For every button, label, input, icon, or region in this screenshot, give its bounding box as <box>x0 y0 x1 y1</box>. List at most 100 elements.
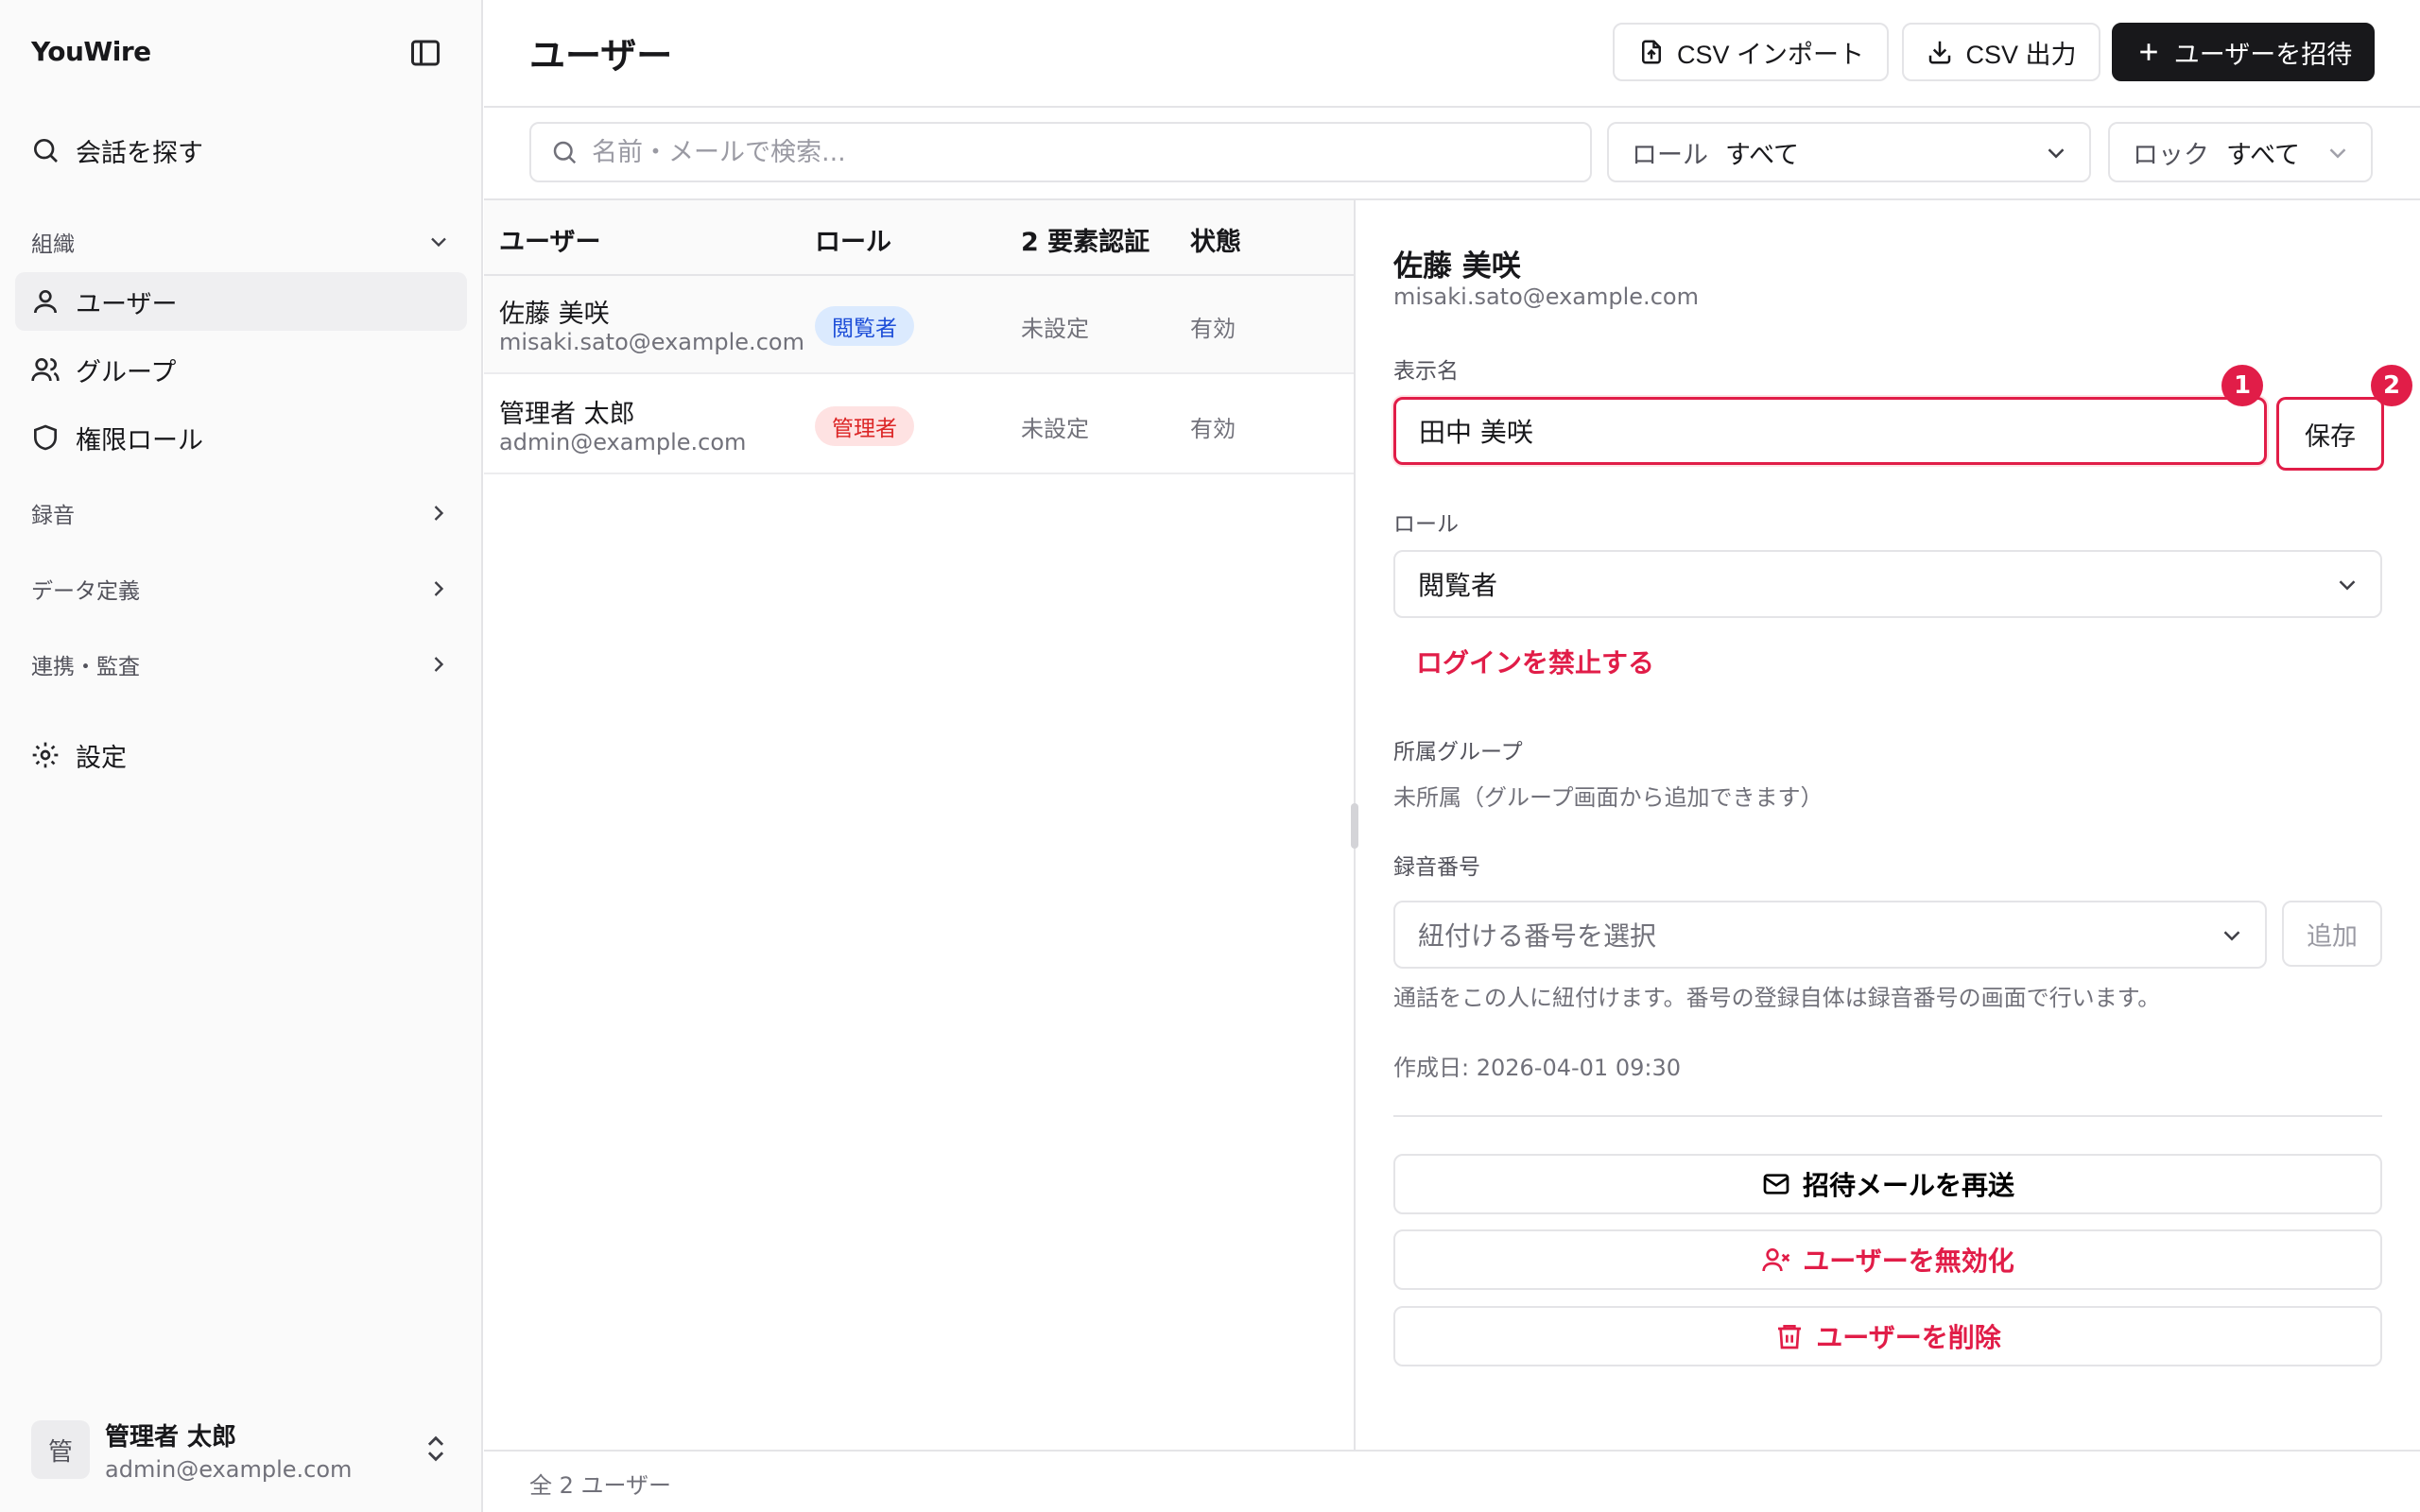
resize-handle[interactable] <box>1351 803 1358 849</box>
user-x-icon <box>1761 1245 1791 1275</box>
role-select-value: 閲覧者 <box>1418 570 1498 601</box>
csv-export-label: CSV 出力 <box>1965 40 2077 69</box>
csv-import-button[interactable]: CSV インポート <box>1613 23 1889 81</box>
ban-login-link[interactable]: ログインを禁止する <box>1416 643 1654 680</box>
table-row[interactable]: 佐藤 美咲 misaki.sato@example.com 閲覧者 未設定 有効 <box>484 276 1354 374</box>
save-button[interactable]: 保存 <box>2276 397 2384 471</box>
row-2fa-status: 未設定 <box>1021 316 1089 342</box>
row-user-name: 管理者 太郎 <box>499 400 635 429</box>
sidebar-item-search-conversations[interactable]: 会話を探す <box>15 121 467 180</box>
sidebar-group-label: 組織 <box>31 232 75 257</box>
invite-user-label: ユーザーを招待 <box>2173 40 2353 69</box>
search-input[interactable] <box>592 137 1537 167</box>
mail-icon <box>1761 1169 1791 1199</box>
search-field[interactable] <box>529 122 1592 182</box>
chevron-down-icon <box>425 229 452 255</box>
account-name: 管理者 太郎 <box>105 1422 237 1452</box>
download-icon <box>1926 38 1954 66</box>
detail-divider <box>1393 1115 2382 1117</box>
row-2fa-status: 未設定 <box>1021 416 1089 442</box>
lock-filter-label: ロック <box>2133 140 2209 170</box>
users-icon <box>30 354 60 385</box>
row-user-name: 佐藤 美咲 <box>499 300 610 329</box>
table-row[interactable]: 管理者 太郎 admin@example.com 管理者 未設定 有効 <box>484 376 1354 474</box>
role-select[interactable]: 閲覧者 <box>1393 550 2382 618</box>
account-menu[interactable]: 管 管理者 太郎 admin@example.com <box>31 1416 452 1484</box>
gear-icon <box>30 740 60 770</box>
chevron-right-icon <box>425 576 452 602</box>
annotation-marker: 2 <box>2371 365 2412 406</box>
resend-invite-button[interactable]: 招待メールを再送 <box>1393 1154 2382 1214</box>
chevron-down-icon <box>2324 139 2352 167</box>
sidebar-item-settings[interactable]: 設定 <box>15 726 467 784</box>
phone-help-text: 通話をこの人に紐付けます。番号の登録自体は録音番号の画面で行います。 <box>1393 985 2161 1011</box>
csv-export-button[interactable]: CSV 出力 <box>1902 23 2100 81</box>
display-name-label: 表示名 <box>1393 359 1459 384</box>
role-badge: 閲覧者 <box>815 306 914 346</box>
user-icon <box>30 286 60 317</box>
column-header-status: 状態 <box>1190 228 1241 257</box>
row-user-email: admin@example.com <box>499 429 747 455</box>
row-status: 有効 <box>1190 416 1236 442</box>
sidebar-group-label: データ定義 <box>31 579 140 604</box>
groups-value: 未所属（グループ画面から追加できます） <box>1393 784 1824 811</box>
phone-number-select[interactable]: 紐付ける番号を選択 <box>1393 901 2267 969</box>
sidebar: YouWire 会話を探す 組織 ユーザー グループ 権限ロール 録音 データ定… <box>0 0 483 1512</box>
row-status: 有効 <box>1190 316 1236 342</box>
chevron-down-icon <box>2333 571 2361 599</box>
disable-user-button[interactable]: ユーザーを無効化 <box>1393 1229 2382 1290</box>
role-filter-select[interactable]: ロール すべて <box>1607 122 2091 182</box>
delete-user-button[interactable]: ユーザーを削除 <box>1393 1306 2382 1366</box>
sidebar-item-label: 設定 <box>76 743 127 773</box>
search-icon <box>550 138 579 166</box>
trash-icon <box>1774 1321 1805 1351</box>
display-name-input[interactable] <box>1419 415 2232 447</box>
account-email: admin@example.com <box>105 1455 353 1483</box>
lock-filter-value: すべて <box>2226 140 2301 170</box>
invite-user-button[interactable]: ユーザーを招待 <box>2112 23 2375 81</box>
chevron-down-icon <box>2218 921 2246 950</box>
role-label: ロール <box>1393 512 1459 537</box>
plus-icon <box>2135 38 2163 66</box>
table-header: ユーザー ロール 2 要素認証 状態 <box>484 200 1354 276</box>
column-header-user: ユーザー <box>499 228 601 257</box>
role-filter-label: ロール <box>1632 140 1708 170</box>
chevrons-up-down-icon <box>420 1433 452 1465</box>
footer-divider <box>484 1450 2420 1452</box>
annotation-marker: 1 <box>2221 365 2263 406</box>
sidebar-group-label: 録音 <box>31 504 75 528</box>
search-icon <box>30 135 60 165</box>
display-name-field[interactable] <box>1393 397 2267 465</box>
add-phone-button[interactable]: 追加 <box>2282 901 2382 967</box>
avatar: 管 <box>31 1420 90 1479</box>
chevron-right-icon <box>425 651 452 678</box>
page-title: ユーザー <box>529 35 673 77</box>
sidebar-group-data-definition[interactable]: データ定義 <box>31 570 452 608</box>
sidebar-item-label: 権限ロール <box>76 425 203 455</box>
sidebar-item-label: ユーザー <box>76 289 178 319</box>
sidebar-item-users[interactable]: ユーザー <box>15 272 467 331</box>
sidebar-group-integration-audit[interactable]: 連携・監査 <box>31 645 452 683</box>
created-date: 作成日: 2026-04-01 09:30 <box>1393 1055 1681 1081</box>
lock-filter-select[interactable]: ロック すべて <box>2108 122 2373 182</box>
brand-logo: YouWire <box>31 36 151 67</box>
role-badge: 管理者 <box>815 406 914 446</box>
sidebar-group-recording[interactable]: 録音 <box>31 494 452 532</box>
sidebar-toggle-icon[interactable] <box>408 36 442 70</box>
file-upload-icon <box>1637 38 1666 66</box>
resend-invite-label: 招待メールを再送 <box>1802 1171 2014 1200</box>
detail-user-name: 佐藤 美咲 <box>1393 249 1521 284</box>
sidebar-item-label: グループ <box>76 357 177 387</box>
sidebar-item-permission-roles[interactable]: 権限ロール <box>15 408 467 467</box>
groups-label: 所属グループ <box>1393 740 1523 765</box>
sidebar-item-groups[interactable]: グループ <box>15 340 467 399</box>
phone-number-placeholder: 紐付ける番号を選択 <box>1418 920 1657 952</box>
column-header-2fa: 2 要素認証 <box>1021 228 1150 257</box>
user-count: 全 2 ユーザー <box>529 1472 672 1499</box>
column-header-role: ロール <box>815 228 891 257</box>
sidebar-group-organization[interactable]: 組織 <box>31 223 452 261</box>
sidebar-group-label: 連携・監査 <box>31 655 140 679</box>
csv-import-label: CSV インポート <box>1676 40 1865 69</box>
chevron-right-icon <box>425 500 452 526</box>
row-user-email: misaki.sato@example.com <box>499 329 804 355</box>
